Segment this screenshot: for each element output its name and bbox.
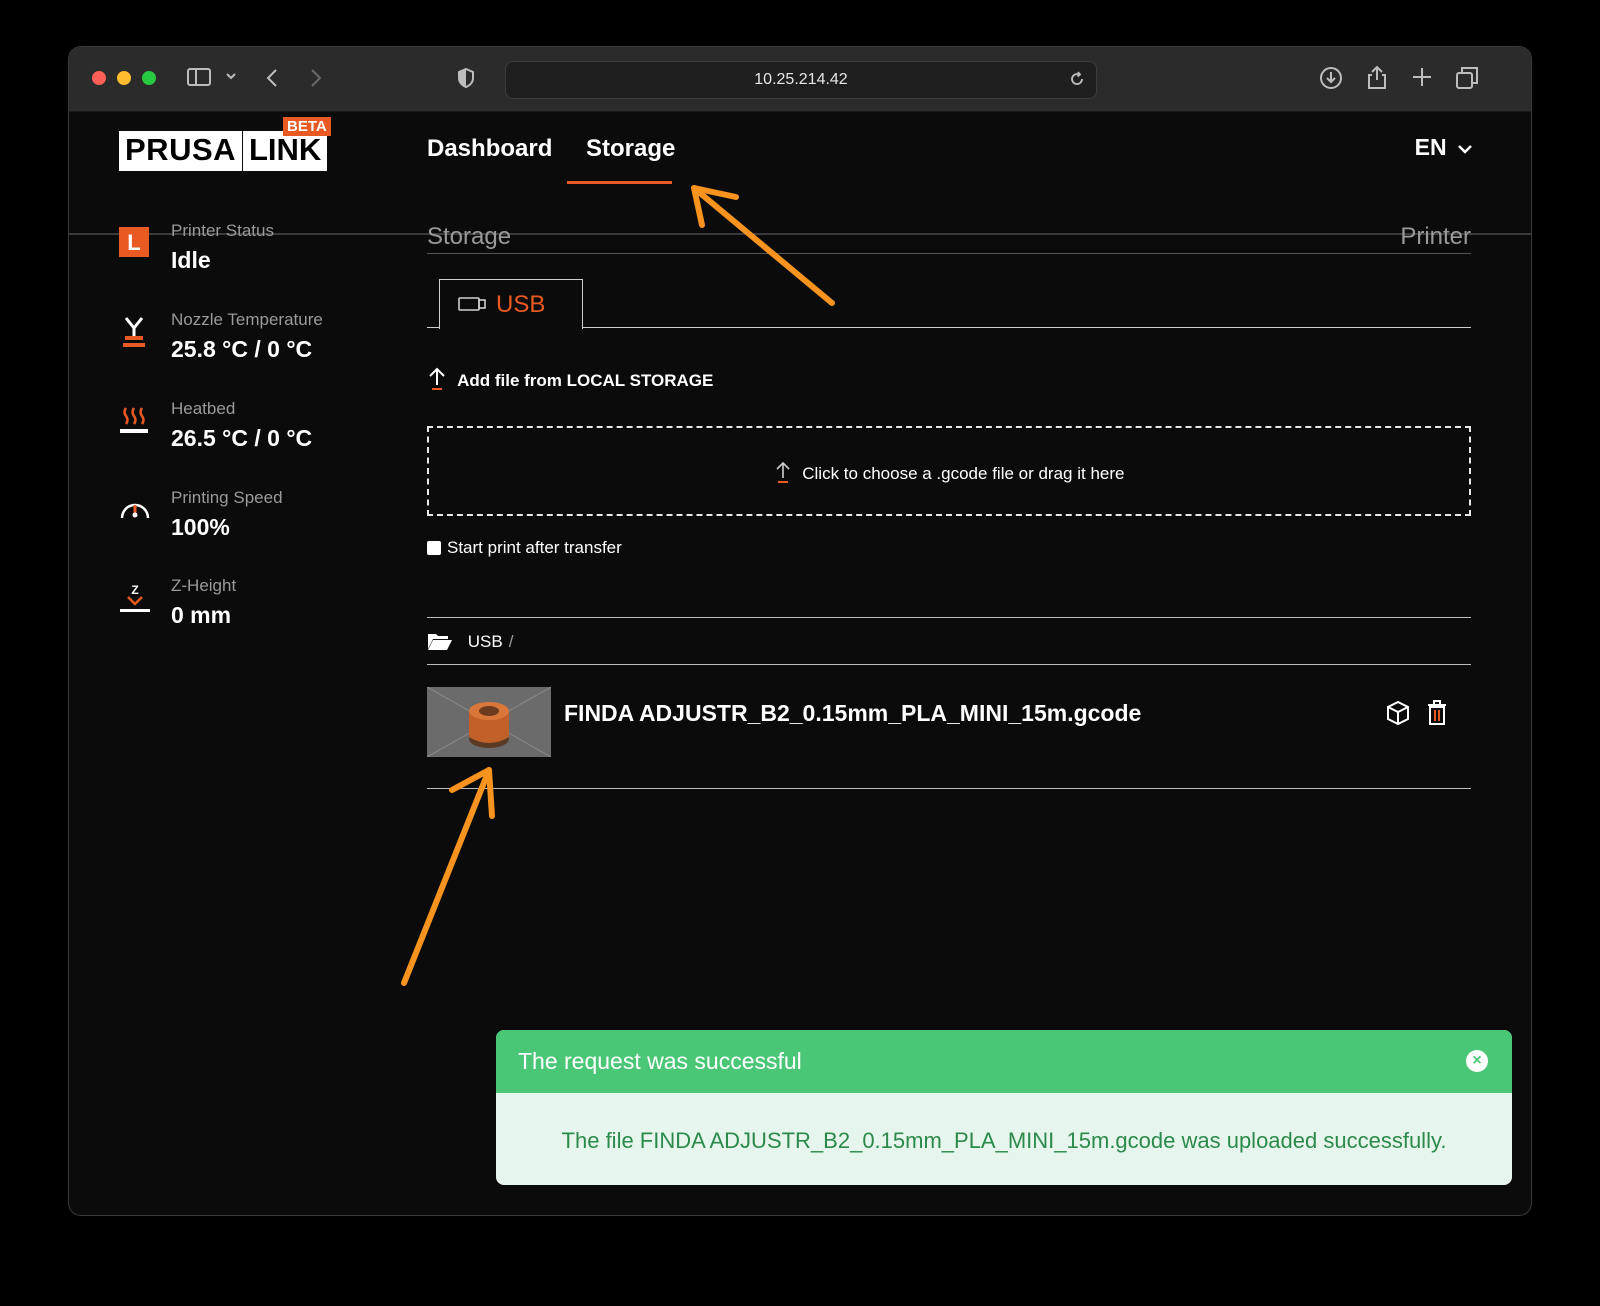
success-toast: The request was successful × The file FI… [496,1030,1512,1185]
nav-dashboard[interactable]: Dashboard [427,135,552,163]
browser-toolbar: 10.25.214.42 [69,47,1531,112]
stat-value: 100% [171,514,230,540]
speedometer-icon [119,494,151,526]
upload-icon [775,461,790,483]
stat-label: Nozzle Temperature [171,310,323,329]
minimize-window-button[interactable] [117,71,131,85]
forward-icon[interactable] [309,67,323,94]
tab-overview-icon[interactable] [1455,66,1479,95]
toast-header: The request was successful × [496,1030,1512,1093]
stat-label: Printing Speed [171,488,283,507]
dropzone-text-wrap: Click to choose a .gcode file or drag it… [429,460,1469,484]
stat-value: Idle [171,247,211,273]
language-selector[interactable]: EN [1415,134,1473,161]
beta-badge: BETA [283,117,331,136]
storage-tab-row: USB [427,279,1471,329]
start-print-label: Start print after transfer [447,538,622,557]
storage-section-header: Storage Printer [427,223,1471,254]
chevron-down-icon [1458,145,1472,154]
breadcrumb: USB / [427,631,513,652]
file-dropzone[interactable]: Click to choose a .gcode file or drag it… [427,426,1471,516]
browser-window: 10.25.214.42 PRUSA LINK BETA Dashboard S… [69,47,1531,1215]
close-icon[interactable]: × [1466,1050,1488,1072]
file-thumbnail[interactable] [427,687,551,757]
downloads-icon[interactable] [1319,66,1343,95]
tab-usb[interactable]: USB [439,279,583,329]
back-icon[interactable] [265,67,279,94]
section-printer-label[interactable]: Printer [1400,223,1471,251]
stat-label: Printer Status [171,221,274,240]
file-actions [1386,700,1448,731]
folder-open-icon [428,634,452,650]
language-label: EN [1414,134,1447,160]
thumbnail-image [427,687,551,757]
toast-message: The file FINDA ADJUSTR_B2_0.15mm_PLA_MIN… [561,1128,1447,1153]
logo-link: LINK [243,131,328,171]
file-name[interactable]: FINDA ADJUSTR_B2_0.15mm_PLA_MINI_15m.gco… [564,700,1141,727]
svg-text:Z: Z [131,583,138,597]
start-print-checkbox[interactable] [427,541,441,555]
toast-title: The request was successful [518,1048,802,1074]
section-storage-label: Storage [427,223,512,250]
reload-icon[interactable] [1068,70,1086,93]
dropzone-text: Click to choose a .gcode file or drag it… [802,464,1125,483]
new-tab-icon[interactable] [1411,66,1433,93]
breadcrumb-separator: / [508,632,514,651]
usb-drive-icon [458,297,486,316]
stat-label: Z-Height [171,576,237,595]
tab-usb-label: USB [496,291,546,318]
stat-label: Heatbed [171,399,236,418]
divider [427,664,1471,665]
close-window-button[interactable] [92,71,106,85]
stat-value: 25.8 °C / 0 °C [171,336,313,362]
sidebar-toggle-icon[interactable] [187,67,211,92]
share-icon[interactable] [1366,64,1388,95]
printer-status-icon: L [119,227,151,259]
app-header: PRUSA LINK BETA Dashboard Storage EN [69,111,1531,235]
add-file-label: Add file from LOCAL STORAGE [457,371,714,390]
svg-text:L: L [127,230,140,255]
divider [427,617,1471,618]
chevron-down-icon[interactable] [225,69,237,88]
heatbed-icon [119,405,151,437]
address-bar[interactable]: 10.25.214.42 [505,61,1097,99]
privacy-shield-icon[interactable] [457,67,475,94]
z-height-icon: Z [119,582,151,614]
stat-value: 0 mm [171,602,232,628]
delete-icon[interactable] [1426,700,1448,731]
url-text: 10.25.214.42 [754,71,848,88]
nozzle-icon [119,316,151,348]
breadcrumb-usb[interactable]: USB [468,632,503,651]
add-file-header: Add file from LOCAL STORAGE [427,367,713,391]
stat-value: 26.5 °C / 0 °C [171,425,313,451]
logo-prusa: PRUSA [119,131,243,171]
active-nav-indicator [567,181,672,184]
divider [427,788,1471,789]
start-print-option[interactable]: Start print after transfer [427,538,622,558]
zoom-window-button[interactable] [142,71,156,85]
3d-view-icon[interactable] [1386,700,1410,731]
nav-storage[interactable]: Storage [586,135,675,163]
upload-icon [429,367,445,390]
